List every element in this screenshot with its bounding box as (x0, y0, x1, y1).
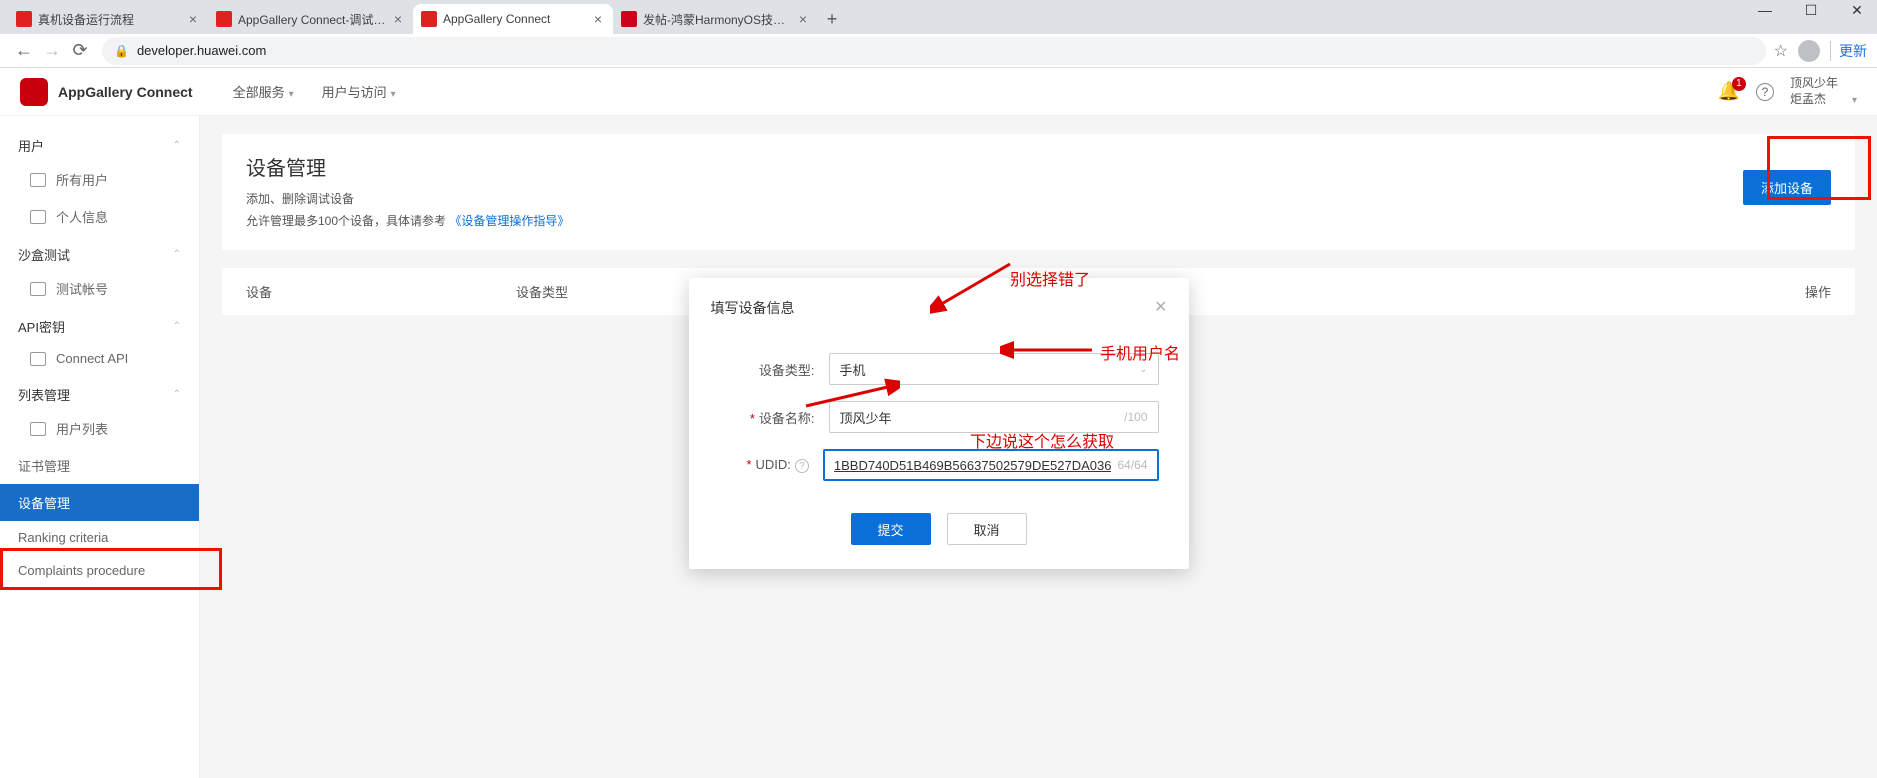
sidebar: 用户⌃ 所有用户 个人信息 沙盒测试⌃ 测试帐号 API密钥⌃ Connect … (0, 116, 200, 778)
page-desc-line1: 添加、删除调试设备 (246, 189, 1831, 211)
window-maximize-button[interactable]: ☐ (1797, 2, 1825, 19)
tab-close-icon[interactable]: × (186, 12, 200, 26)
browser-tab-active[interactable]: AppGallery Connect × (413, 4, 613, 34)
browser-tab[interactable]: AppGallery Connect-调试Harm × (208, 4, 413, 34)
chevron-down-icon: ▾ (289, 89, 294, 100)
nav-forward-button[interactable]: → (38, 37, 66, 65)
tab-close-icon[interactable]: × (391, 12, 405, 26)
huawei-favicon-icon (421, 11, 437, 27)
col-operation: 操作 (1751, 282, 1831, 301)
window-minimize-button[interactable]: — (1751, 2, 1779, 19)
device-type-value: 手机 (840, 360, 866, 379)
doc-guide-link[interactable]: 《设备管理操作指导》 (449, 214, 569, 228)
tab-close-icon[interactable]: × (591, 12, 605, 26)
url-input[interactable]: 🔒 developer.huawei.com (102, 37, 1766, 65)
page-title: 设备管理 (246, 152, 1831, 181)
tab-close-icon[interactable]: × (796, 12, 810, 26)
sidebar-item-ranking[interactable]: Ranking criteria (0, 521, 199, 554)
lock-icon: 🔒 (114, 44, 129, 58)
appgallery-logo-icon (20, 78, 48, 106)
account-icon (30, 282, 46, 296)
chevron-down-icon: ▾ (1852, 94, 1857, 107)
sidebar-item-certificates[interactable]: 证书管理 (0, 447, 199, 484)
profile-avatar-icon[interactable] (1798, 40, 1820, 62)
window-controls: — ☐ ✕ (1751, 2, 1871, 19)
notification-bell-icon[interactable]: 🔔1 (1718, 81, 1740, 102)
sidebar-item-complaints[interactable]: Complaints procedure (0, 554, 199, 587)
sidebar-item-connect-api[interactable]: Connect API (0, 342, 199, 375)
device-name-counter: /100 (1124, 410, 1147, 424)
app-title: AppGallery Connect (58, 84, 193, 100)
modal-title: 填写设备信息 (711, 298, 795, 318)
chevron-up-icon: ⌃ (173, 249, 181, 260)
col-device: 设备 (246, 282, 516, 301)
label-udid: UDID:? (719, 457, 823, 473)
id-card-icon (30, 210, 46, 224)
url-text: developer.huawei.com (137, 43, 266, 58)
page-desc-line2: 允许管理最多100个设备，具体请参考 (246, 214, 446, 228)
label-device-name: 设备名称: (719, 408, 829, 427)
app-root: AppGallery Connect 全部服务▾ 用户与访问▾ 🔔1 ? 顶风少… (0, 68, 1877, 778)
help-icon[interactable]: ? (1756, 83, 1774, 101)
device-type-select[interactable]: 手机 ⌄ (829, 353, 1159, 385)
modal-close-icon[interactable]: × (1155, 296, 1167, 319)
chevron-up-icon: ⌃ (173, 389, 181, 400)
notification-badge: 1 (1732, 77, 1746, 91)
bookmark-star-icon[interactable]: ☆ (1774, 41, 1788, 61)
user-sub-name: 炬孟杰 (1790, 92, 1826, 106)
huawei-favicon-icon (216, 11, 232, 27)
browser-update-button[interactable]: 更新 (1830, 41, 1867, 61)
add-device-button[interactable]: 添加设备 (1743, 170, 1831, 205)
udid-input[interactable]: 1BBD740D51B469B56637502579DE527DA036 64/… (823, 449, 1159, 481)
udid-counter: 64/64 (1117, 458, 1147, 472)
help-tooltip-icon[interactable]: ? (795, 459, 809, 473)
tab-title: 真机设备运行流程 (38, 11, 186, 28)
nav-back-button[interactable]: ← (10, 37, 38, 65)
menu-all-services[interactable]: 全部服务▾ (233, 82, 294, 101)
user-display-name: 顶风少年 (1790, 76, 1857, 92)
users-icon (30, 173, 46, 187)
submit-button[interactable]: 提交 (851, 513, 931, 545)
api-icon (30, 352, 46, 366)
sidebar-group-api[interactable]: API密钥⌃ (0, 307, 199, 342)
device-name-input[interactable]: 顶风少年 /100 (829, 401, 1159, 433)
sidebar-group-list[interactable]: 列表管理⌃ (0, 375, 199, 410)
tab-title: 发帖-鸿蒙HarmonyOS技术社区 (643, 11, 796, 28)
sidebar-item-devices[interactable]: 设备管理 (0, 484, 199, 521)
app-header: AppGallery Connect 全部服务▾ 用户与访问▾ 🔔1 ? 顶风少… (0, 68, 1877, 116)
tab-title: AppGallery Connect (443, 12, 591, 26)
address-bar: ← → ⟳ 🔒 developer.huawei.com ☆ 更新 (0, 34, 1877, 68)
browser-tab[interactable]: 真机设备运行流程 × (8, 4, 208, 34)
sidebar-item-user-list[interactable]: 用户列表 (0, 410, 199, 447)
label-device-type: 设备类型: (719, 360, 829, 379)
chevron-up-icon: ⌃ (173, 140, 181, 151)
new-tab-button[interactable]: + (818, 6, 846, 34)
chevron-up-icon: ⌃ (173, 321, 181, 332)
user-menu[interactable]: 顶风少年 炬孟杰 ▾ (1790, 76, 1857, 107)
nav-reload-button[interactable]: ⟳ (66, 37, 94, 65)
add-device-modal: 填写设备信息 × 设备类型: 手机 ⌄ 设备名称: 顶风少年 /100 (689, 278, 1189, 569)
sidebar-item-profile[interactable]: 个人信息 (0, 198, 199, 235)
page-header-panel: 设备管理 添加、删除调试设备 允许管理最多100个设备，具体请参考 《设备管理操… (222, 134, 1855, 250)
sidebar-group-sandbox[interactable]: 沙盒测试⌃ (0, 235, 199, 270)
tab-title: AppGallery Connect-调试Harm (238, 11, 391, 28)
chevron-down-icon: ▾ (391, 89, 396, 100)
browser-tab-strip: 真机设备运行流程 × AppGallery Connect-调试Harm × A… (0, 0, 1877, 34)
udid-value: 1BBD740D51B469B56637502579DE527DA036 (834, 458, 1112, 473)
list-icon (30, 422, 46, 436)
chevron-down-icon: ⌄ (1139, 364, 1147, 375)
device-name-value: 顶风少年 (840, 408, 1119, 427)
cancel-button[interactable]: 取消 (947, 513, 1027, 545)
huawei-favicon-icon (16, 11, 32, 27)
51cto-favicon-icon (621, 11, 637, 27)
sidebar-item-all-users[interactable]: 所有用户 (0, 161, 199, 198)
sidebar-group-user[interactable]: 用户⌃ (0, 126, 199, 161)
sidebar-item-test-account[interactable]: 测试帐号 (0, 270, 199, 307)
menu-user-access[interactable]: 用户与访问▾ (322, 82, 396, 101)
window-close-button[interactable]: ✕ (1843, 2, 1871, 19)
browser-tab[interactable]: 发帖-鸿蒙HarmonyOS技术社区 × (613, 4, 818, 34)
